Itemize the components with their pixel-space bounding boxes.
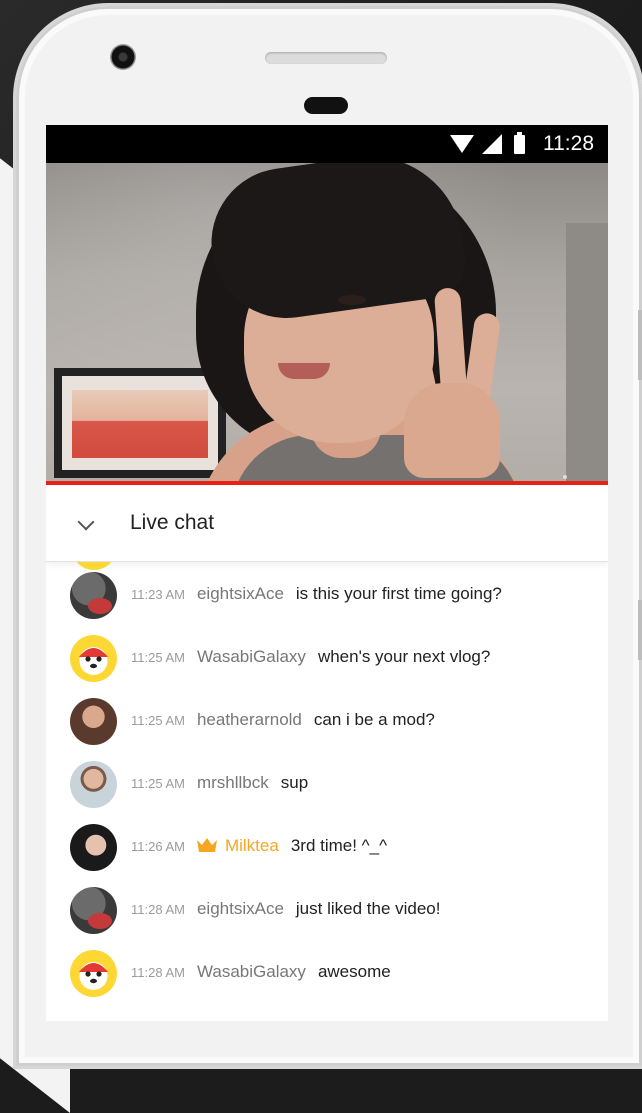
video-person-mouth — [278, 363, 330, 379]
wifi-icon — [450, 135, 474, 153]
message-text: awesome — [317, 962, 391, 981]
video-progress-bar[interactable] — [46, 481, 608, 485]
message-text: can i be a mod? — [313, 710, 435, 729]
phone-screen: 11:28 Live chat 11:23 AM eightsixAce is … — [46, 125, 608, 1021]
heather-avatar[interactable] — [70, 698, 117, 745]
chevron-down-icon[interactable] — [77, 513, 95, 531]
message-timestamp: 11:23 AM — [131, 587, 185, 602]
milk-avatar[interactable] — [70, 824, 117, 871]
live-chat-title: Live chat — [130, 511, 215, 534]
message-timestamp: 11:25 AM — [131, 713, 185, 728]
live-chat-header: Live chat — [46, 487, 608, 562]
status-icons: 11:28 — [450, 131, 594, 155]
chat-message: 11:25 AM mrshllbck sup — [46, 756, 608, 814]
message-author[interactable]: mrshllbck — [197, 773, 269, 793]
message-timestamp: 11:28 AM — [131, 902, 185, 917]
chat-message: 11:26 AM Milktea 3rd time! ^_^ — [46, 819, 608, 877]
crown-icon — [196, 838, 217, 852]
video-picture-frame — [54, 368, 226, 478]
video-person-hand — [396, 287, 506, 478]
video-indicator-dot — [563, 475, 567, 479]
power-button — [638, 600, 642, 660]
message-author[interactable]: eightsixAce — [197, 899, 284, 919]
cell-signal-icon — [482, 134, 502, 154]
proximity-sensor — [304, 97, 348, 114]
wasabi-avatar[interactable] — [70, 950, 117, 997]
mrsh-avatar[interactable] — [70, 761, 117, 808]
video-person-eye — [338, 295, 366, 305]
battery-icon — [514, 131, 525, 154]
message-timestamp: 11:26 AM — [131, 839, 185, 854]
message-timestamp: 11:25 AM — [131, 776, 185, 791]
message-text: sup — [280, 773, 309, 792]
helmet-avatar[interactable] — [70, 572, 117, 619]
message-author[interactable]: heatherarnold — [197, 710, 302, 730]
chat-message: 11:23 AM eightsixAce is this your first … — [46, 567, 608, 625]
message-author[interactable]: eightsixAce — [197, 584, 284, 604]
message-text: is this your first time going? — [295, 584, 502, 603]
message-author-owner[interactable]: Milktea — [225, 836, 279, 856]
message-text: 3rd time! ^_^ — [290, 836, 388, 855]
message-text: when's your next vlog? — [317, 647, 491, 666]
volume-button — [638, 310, 642, 380]
chat-message: 11:28 AM eightsixAce just liked the vide… — [46, 882, 608, 940]
status-time: 11:28 — [543, 132, 594, 155]
chat-message-list[interactable]: 11:23 AM eightsixAce is this your first … — [46, 562, 608, 1021]
video-player[interactable] — [46, 163, 608, 485]
chat-message: 11:25 AM heatherarnold can i be a mod? — [46, 693, 608, 751]
chat-message: 11:28 AM WasabiGalaxy awesome — [46, 945, 608, 1003]
status-bar: 11:28 — [46, 125, 608, 163]
message-timestamp: 11:28 AM — [131, 965, 185, 980]
message-author[interactable]: WasabiGalaxy — [197, 647, 306, 667]
message-author[interactable]: WasabiGalaxy — [197, 962, 306, 982]
front-camera-icon — [110, 44, 136, 70]
helmet-avatar[interactable] — [70, 887, 117, 934]
chat-message: 11:25 AM WasabiGalaxy when's your next v… — [46, 630, 608, 688]
wasabi-avatar[interactable] — [70, 635, 117, 682]
message-timestamp: 11:25 AM — [131, 650, 185, 665]
earpiece-speaker — [265, 52, 387, 64]
video-doorframe — [566, 223, 608, 485]
message-text: just liked the video! — [295, 899, 441, 918]
